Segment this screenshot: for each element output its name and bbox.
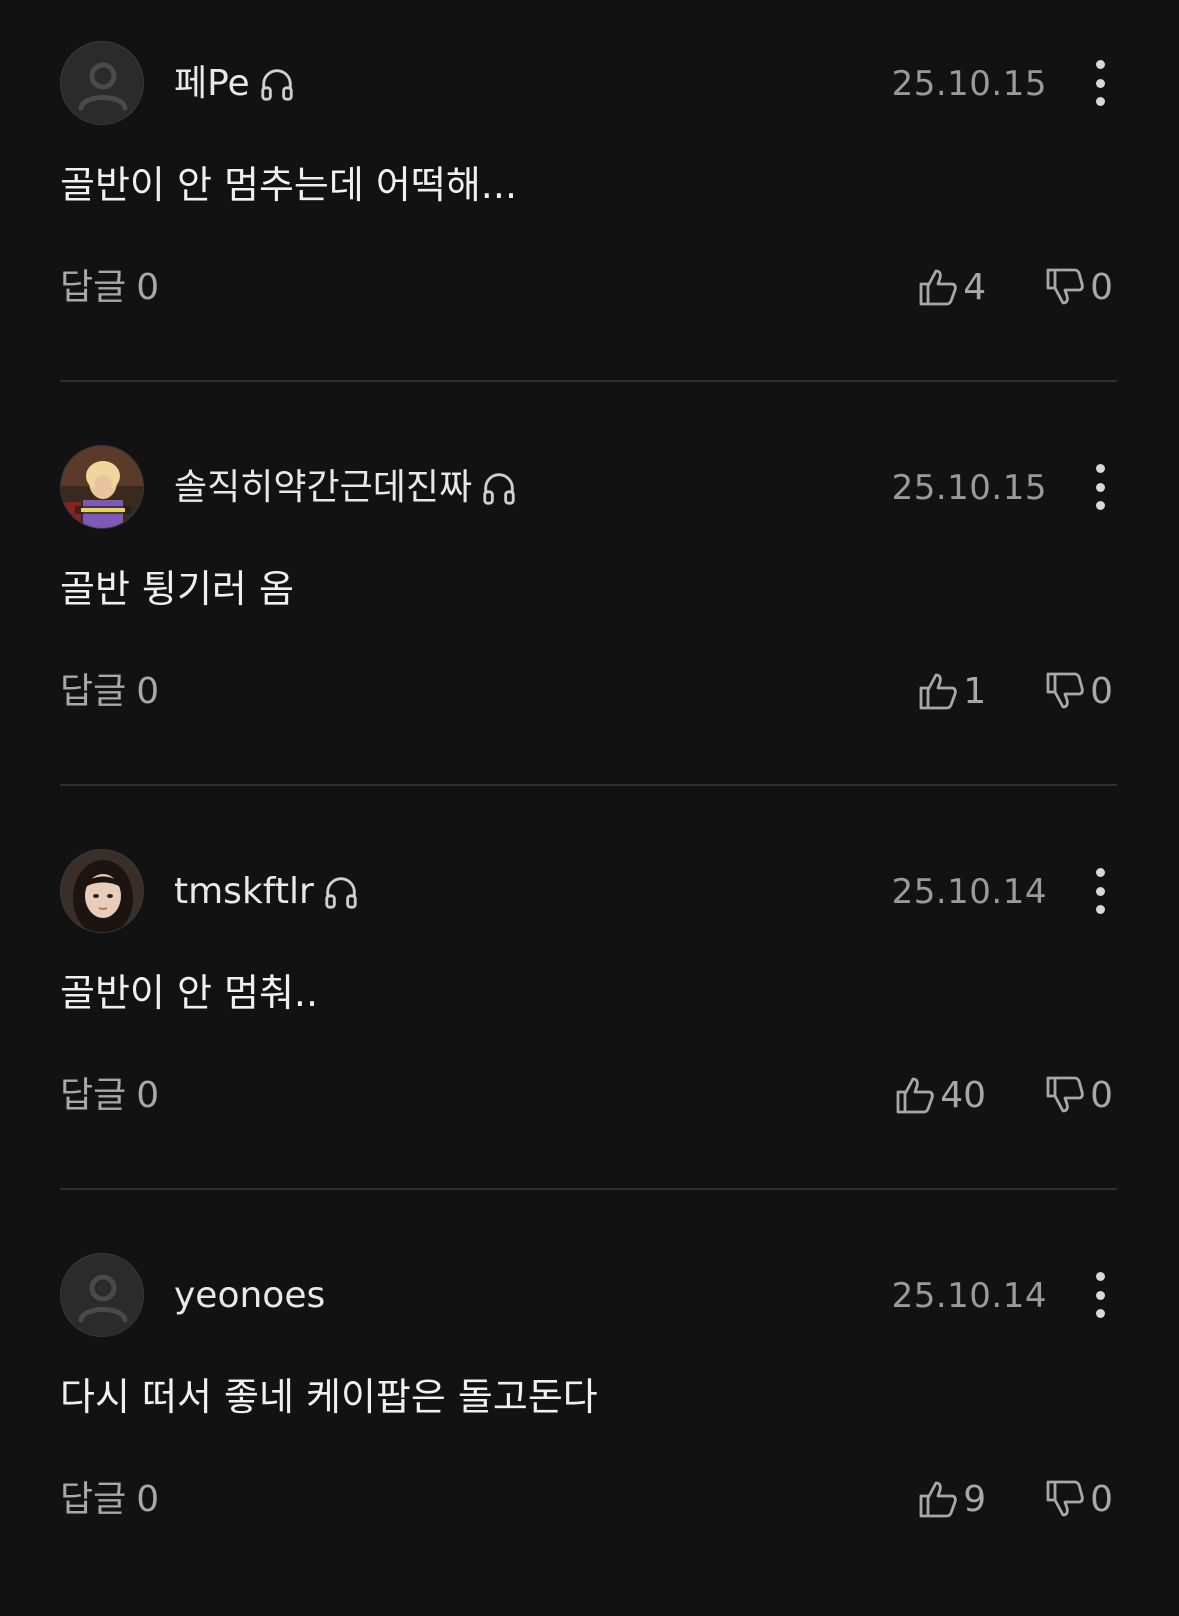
default-avatar-icon[interactable] xyxy=(60,1253,144,1337)
like-count: 1 xyxy=(963,670,987,712)
reply-count: 0 xyxy=(136,267,160,308)
username-text: 페Pe xyxy=(174,63,250,104)
like-button[interactable]: 40 xyxy=(894,1074,986,1116)
dislike-button[interactable]: 0 xyxy=(1044,1074,1113,1116)
user-avatar[interactable] xyxy=(60,445,144,529)
reply-button[interactable]: 답글 0 xyxy=(60,1478,159,1522)
comment-date: 25.10.14 xyxy=(891,872,1047,912)
comment-text: 골반이 안 멈추는데 어떡해... xyxy=(60,163,518,207)
headphone-icon xyxy=(325,877,357,909)
user-avatar[interactable] xyxy=(60,849,144,933)
vote-bar: 1 0 xyxy=(917,666,1113,716)
like-button[interactable]: 1 xyxy=(917,670,986,712)
thumbs-down-icon xyxy=(1046,672,1084,709)
username-text: 솔직히약간근데진짜 xyxy=(174,467,473,508)
reply-count: 0 xyxy=(136,671,160,712)
comment-text: 골반이 안 멈춰.. xyxy=(60,971,319,1015)
more-options-icon[interactable] xyxy=(1082,1267,1118,1323)
divider xyxy=(60,1188,1117,1190)
headphone-icon xyxy=(261,69,293,101)
reply-label: 답글 xyxy=(60,1075,127,1116)
dislike-count: 0 xyxy=(1090,670,1113,712)
divider xyxy=(60,380,1117,382)
like-button[interactable]: 9 xyxy=(917,1478,986,1520)
thumbs-down-icon xyxy=(1046,1076,1084,1113)
more-options-icon[interactable] xyxy=(1082,55,1118,111)
comment-date: 25.10.14 xyxy=(891,1276,1047,1316)
reply-button[interactable]: 답글 0 xyxy=(60,670,159,714)
dislike-count: 0 xyxy=(1090,1478,1113,1520)
username-text: yeonoes xyxy=(174,1275,326,1316)
dislike-button[interactable]: 0 xyxy=(1044,266,1113,308)
more-options-icon[interactable] xyxy=(1082,459,1118,515)
username[interactable]: 솔직히약간근데진짜 xyxy=(174,466,518,510)
comment-text: 골반 튕기러 옴 xyxy=(60,567,294,611)
dislike-button[interactable]: 0 xyxy=(1044,1478,1113,1520)
default-avatar-icon[interactable] xyxy=(60,41,144,125)
username[interactable]: yeonoes xyxy=(174,1274,325,1318)
comment-date: 25.10.15 xyxy=(891,64,1047,104)
like-count: 9 xyxy=(963,1478,987,1520)
more-options-icon[interactable] xyxy=(1082,863,1118,919)
divider xyxy=(60,784,1117,786)
thumbs-down-icon xyxy=(1046,268,1084,305)
comment-item: tmskftlr 25.10.14 골반이 안 멈춰.. 답글 0 40 0 xyxy=(0,808,1179,1212)
reply-count: 0 xyxy=(136,1075,160,1116)
headphone-icon xyxy=(483,473,515,505)
thumbs-up-icon xyxy=(919,673,957,710)
like-button[interactable]: 4 xyxy=(917,266,986,308)
dislike-count: 0 xyxy=(1090,1074,1113,1116)
thumbs-up-icon xyxy=(896,1077,935,1114)
reply-button[interactable]: 답글 0 xyxy=(60,266,159,310)
vote-bar: 9 0 xyxy=(917,1474,1113,1524)
vote-bar: 4 0 xyxy=(917,262,1113,312)
vote-bar: 40 0 xyxy=(894,1070,1113,1120)
thumbs-up-icon xyxy=(919,269,957,306)
comment-item: yeonoes 25.10.14 다시 떠서 좋네 케이팝은 돌고돈다 답글 0 … xyxy=(0,1212,1179,1616)
comment-item: 페Pe 25.10.15 골반이 안 멈추는데 어떡해... 답글 0 4 0 xyxy=(0,0,1179,404)
reply-label: 답글 xyxy=(60,267,127,308)
dislike-count: 0 xyxy=(1090,266,1113,308)
thumbs-down-icon xyxy=(1046,1480,1084,1517)
reply-label: 답글 xyxy=(60,671,127,712)
comment-date: 25.10.15 xyxy=(891,468,1047,508)
comment-item: 솔직히약간근데진짜 25.10.15 골반 튕기러 옴 답글 0 1 0 xyxy=(0,404,1179,808)
reply-label: 답글 xyxy=(60,1479,127,1520)
comment-text: 다시 떠서 좋네 케이팝은 돌고돈다 xyxy=(60,1375,598,1419)
username[interactable]: 페Pe xyxy=(174,62,296,106)
reply-count: 0 xyxy=(136,1479,160,1520)
username[interactable]: tmskftlr xyxy=(174,870,360,914)
like-count: 4 xyxy=(963,266,987,308)
username-text: tmskftlr xyxy=(174,871,314,912)
dislike-button[interactable]: 0 xyxy=(1044,670,1113,712)
thumbs-up-icon xyxy=(919,1481,957,1518)
reply-button[interactable]: 답글 0 xyxy=(60,1074,159,1118)
like-count: 40 xyxy=(940,1074,987,1116)
